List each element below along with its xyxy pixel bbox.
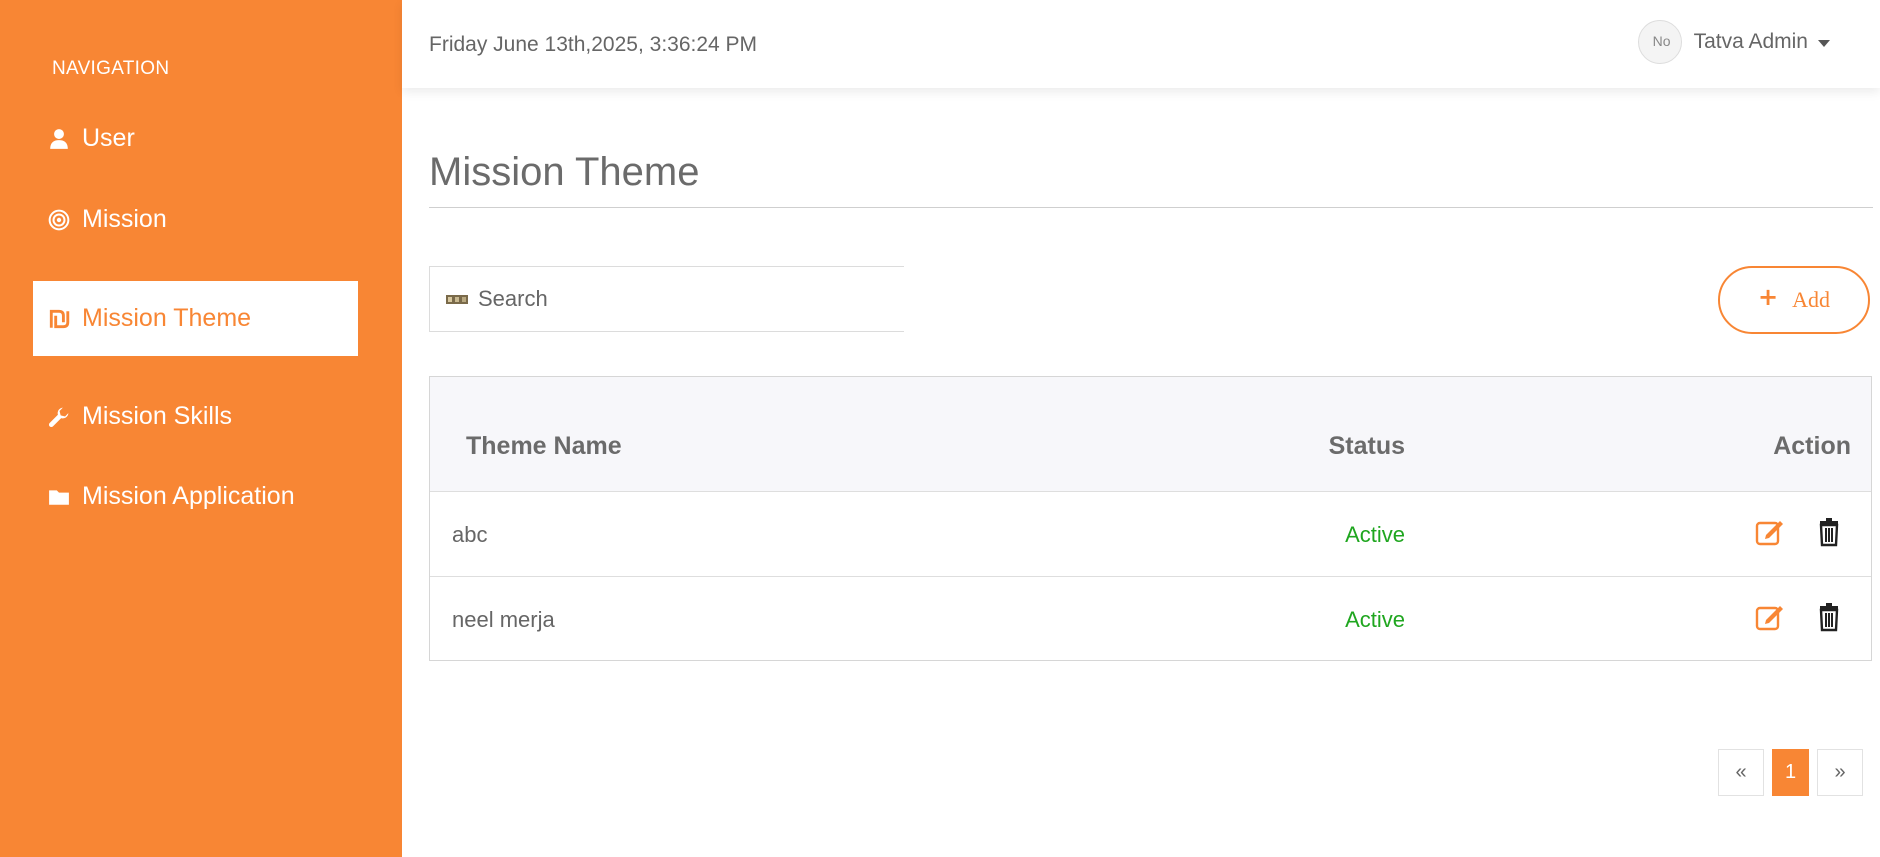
user-menu[interactable]: No Tatva Admin bbox=[1637, 20, 1830, 64]
chevron-down-icon bbox=[1818, 39, 1830, 47]
target-icon bbox=[48, 209, 70, 231]
column-header-action: Action bbox=[1773, 432, 1851, 460]
sidebar-item-user[interactable]: User bbox=[48, 124, 135, 153]
folder-icon bbox=[48, 486, 70, 508]
theme-name-cell: abc bbox=[452, 522, 488, 547]
avatar-alt-text: No bbox=[1652, 33, 1671, 49]
edit-icon[interactable] bbox=[1754, 601, 1786, 633]
pagination: « 1 » bbox=[1718, 749, 1863, 796]
sidebar-item-mission-skills[interactable]: Mission Skills bbox=[48, 402, 232, 431]
edit-icon[interactable] bbox=[1754, 516, 1786, 548]
sidebar-item-label: Mission Theme bbox=[82, 304, 252, 332]
user-name: Tatva Admin bbox=[1693, 30, 1808, 53]
trash-icon[interactable] bbox=[1813, 601, 1845, 633]
add-button-label: Add bbox=[1792, 287, 1830, 312]
sidebar-item-label: Mission Application bbox=[82, 482, 295, 510]
status-cell: Active bbox=[1345, 522, 1405, 547]
sidebar: NAVIGATION User Mission Mission Theme Mi… bbox=[0, 0, 402, 857]
page-title: Mission Theme bbox=[429, 150, 700, 194]
add-button[interactable]: + Add bbox=[1718, 266, 1870, 334]
sidebar-item-mission-application[interactable]: Mission Application bbox=[48, 482, 295, 511]
theme-icon bbox=[48, 308, 70, 330]
sidebar-item-label: Mission Skills bbox=[82, 402, 233, 430]
pagination-page-1[interactable]: 1 bbox=[1772, 749, 1809, 796]
title-divider bbox=[429, 207, 1873, 208]
user-icon bbox=[48, 128, 70, 150]
status-cell: Active bbox=[1345, 607, 1405, 632]
table-row: neel merja Active bbox=[430, 576, 1871, 661]
nav-heading: NAVIGATION bbox=[52, 58, 170, 79]
table-row: abc Active bbox=[430, 491, 1871, 576]
table-header: Theme Name Status Action bbox=[430, 377, 1871, 491]
wrench-icon bbox=[48, 406, 70, 428]
top-bar: Friday June 13th,2025, 3:36:24 PM No Tat… bbox=[402, 0, 1880, 88]
pagination-next[interactable]: » bbox=[1817, 749, 1863, 796]
pagination-prev[interactable]: « bbox=[1718, 749, 1764, 796]
sidebar-item-label: Mission bbox=[82, 205, 167, 233]
current-datetime: Friday June 13th,2025, 3:36:24 PM bbox=[429, 33, 758, 56]
search-input[interactable] bbox=[478, 286, 878, 312]
sidebar-item-mission-theme[interactable]: Mission Theme bbox=[33, 281, 358, 356]
themes-table: Theme Name Status Action abc Active neel… bbox=[429, 376, 1872, 661]
sidebar-item-label: User bbox=[82, 124, 135, 152]
trash-icon[interactable] bbox=[1813, 516, 1845, 548]
avatar: No bbox=[1637, 20, 1682, 64]
plus-icon: + bbox=[1758, 283, 1779, 311]
column-header-theme-name[interactable]: Theme Name bbox=[466, 432, 622, 461]
theme-name-cell: neel merja bbox=[452, 607, 555, 632]
column-header-status[interactable]: Status bbox=[1329, 432, 1405, 461]
sidebar-item-mission[interactable]: Mission bbox=[48, 205, 167, 234]
search-icon bbox=[446, 292, 468, 306]
search-box bbox=[429, 266, 904, 332]
